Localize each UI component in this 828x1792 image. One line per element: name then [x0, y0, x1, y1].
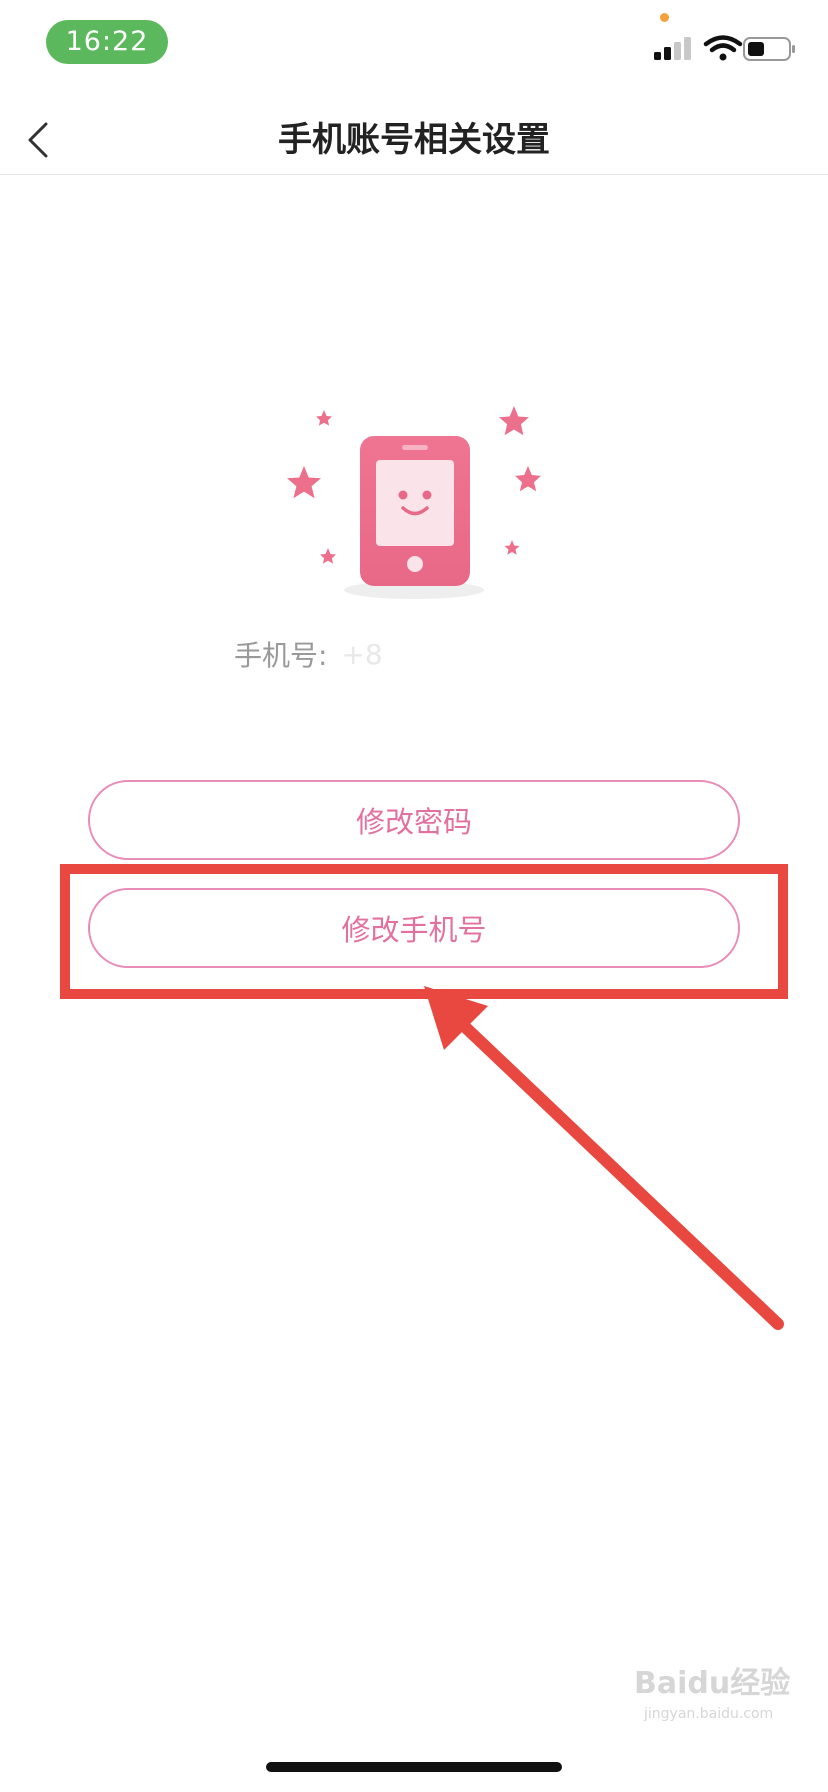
status-icons [650, 32, 800, 72]
star-icon [316, 410, 332, 426]
watermark-logo: Baidu经验 [634, 1666, 791, 1701]
phone-number-row: 手机号: +8 [234, 630, 383, 678]
nav-divider [0, 174, 828, 175]
phone-number-value: +8 [341, 637, 383, 671]
phone-number-label: 手机号: [234, 639, 328, 672]
watermark-domain: jingyan.baidu.com [644, 1706, 774, 1722]
annotation-highlight-box [60, 864, 788, 999]
star-icon [504, 540, 520, 555]
star-icon [515, 466, 541, 492]
wifi-icon [703, 35, 743, 61]
cellular-signal-icon [654, 37, 691, 60]
star-icon [499, 406, 529, 436]
star-icon [320, 548, 336, 564]
status-time: 16:22 [46, 20, 168, 64]
star-icon [287, 466, 321, 499]
privacy-indicator-dot [660, 13, 669, 22]
phone-illustration [270, 390, 560, 610]
battery-icon [743, 37, 795, 61]
page-title: 手机账号相关设置 [278, 120, 550, 160]
change-password-button[interactable]: 修改密码 [88, 780, 740, 860]
home-indicator[interactable] [266, 1762, 562, 1772]
smiling-phone-icon [360, 436, 470, 586]
